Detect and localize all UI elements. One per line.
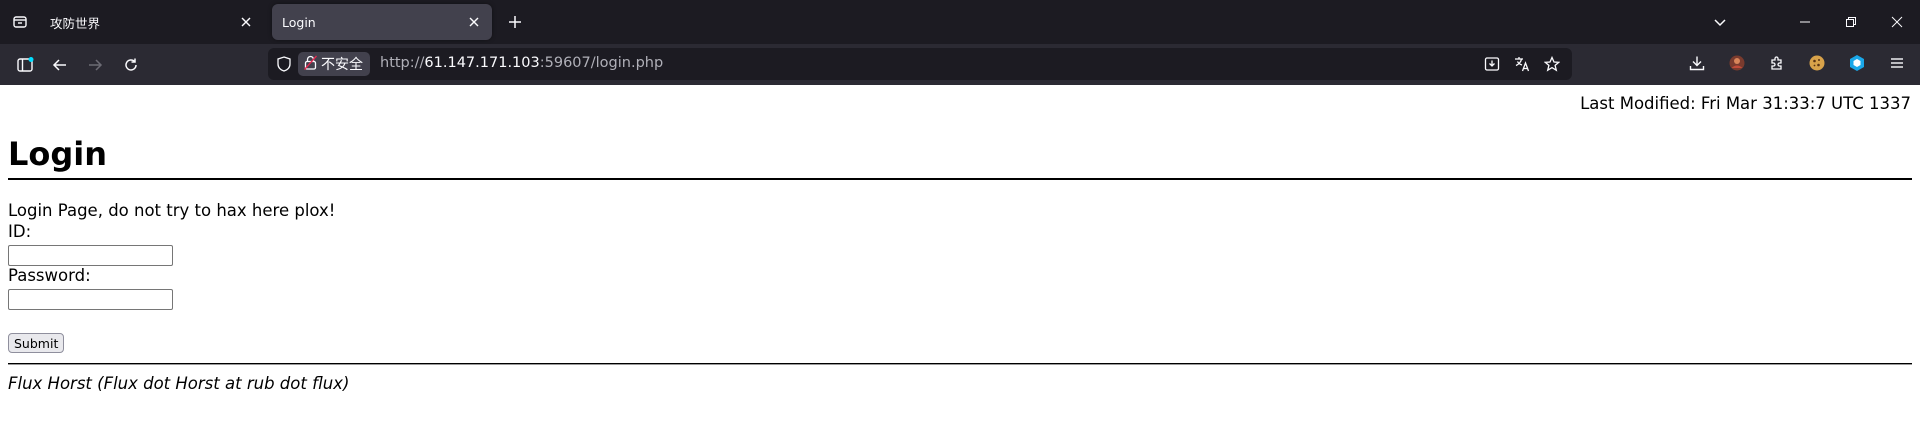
insecure-connection-badge[interactable]: 不安全: [298, 52, 370, 76]
star-icon[interactable]: [1542, 54, 1562, 74]
footer-text: Flux Horst (Flux dot Horst at rub dot fl…: [8, 374, 350, 393]
password-input[interactable]: [8, 289, 173, 310]
hamburger-menu-icon[interactable]: [1886, 52, 1908, 74]
tab-list-icon[interactable]: [10, 12, 30, 32]
cube-extension-icon[interactable]: [1846, 52, 1868, 74]
sidebar-icon[interactable]: [14, 54, 36, 76]
password-label: Password:: [8, 266, 91, 285]
url-host: 61.147.171.103: [424, 55, 540, 71]
tab-title: 攻防世界: [50, 15, 101, 31]
title-divider: [8, 178, 1912, 180]
intro-text: Login Page, do not try to hax here plox!: [8, 201, 336, 220]
url-bar[interactable]: 不安全 http://61.147.171.103:59607/login.ph…: [268, 48, 1572, 80]
forward-arrow-icon[interactable]: [84, 54, 106, 76]
tab-gongfang[interactable]: 攻防世界: [40, 4, 264, 40]
plus-icon[interactable]: [505, 12, 525, 32]
url-prefix: http://: [380, 55, 425, 71]
page-content: Last Modified: Fri Mar 31:33:7 UTC 1337 …: [0, 85, 1920, 431]
shield-icon[interactable]: [276, 56, 292, 72]
url-text[interactable]: http://61.147.171.103:59607/login.php: [380, 55, 663, 71]
minimize-icon[interactable]: [1782, 0, 1828, 44]
url-bar-actions: [1482, 54, 1562, 74]
tab-title: Login: [282, 14, 316, 30]
browser-chrome: 攻防世界 Login 不安全 http://61.147.171.103:596…: [0, 0, 1920, 85]
window-controls: [1782, 0, 1920, 44]
tab-login[interactable]: Login: [272, 4, 492, 40]
chevron-down-icon[interactable]: [1710, 12, 1730, 32]
id-label: ID:: [8, 222, 32, 241]
footer-divider: [8, 363, 1912, 365]
translate-icon[interactable]: [1512, 54, 1532, 74]
id-input[interactable]: [8, 245, 173, 266]
restore-icon[interactable]: [1828, 0, 1874, 44]
url-suffix: :59607/login.php: [539, 55, 664, 71]
insecure-lock-icon: [303, 55, 318, 74]
page-title: Login: [8, 135, 108, 173]
close-icon[interactable]: [238, 14, 254, 30]
close-icon[interactable]: [466, 14, 482, 30]
last-modified-text: Last Modified: Fri Mar 31:33:7 UTC 1337: [1580, 94, 1911, 113]
toolbar-right-icons: [1686, 52, 1908, 74]
extension-avatar-icon[interactable]: [1726, 52, 1748, 74]
download-icon[interactable]: [1686, 52, 1708, 74]
submit-button[interactable]: Submit: [8, 333, 65, 353]
cookie-extension-icon[interactable]: [1806, 52, 1828, 74]
close-window-icon[interactable]: [1874, 0, 1920, 44]
reload-icon[interactable]: [120, 54, 142, 76]
security-label: 不安全: [321, 57, 363, 73]
puzzle-icon[interactable]: [1766, 52, 1788, 74]
tab-strip: 攻防世界 Login: [0, 0, 1920, 44]
install-icon[interactable]: [1482, 54, 1502, 74]
back-arrow-icon[interactable]: [49, 54, 71, 76]
navigation-toolbar: 不安全 http://61.147.171.103:59607/login.ph…: [0, 44, 1920, 85]
